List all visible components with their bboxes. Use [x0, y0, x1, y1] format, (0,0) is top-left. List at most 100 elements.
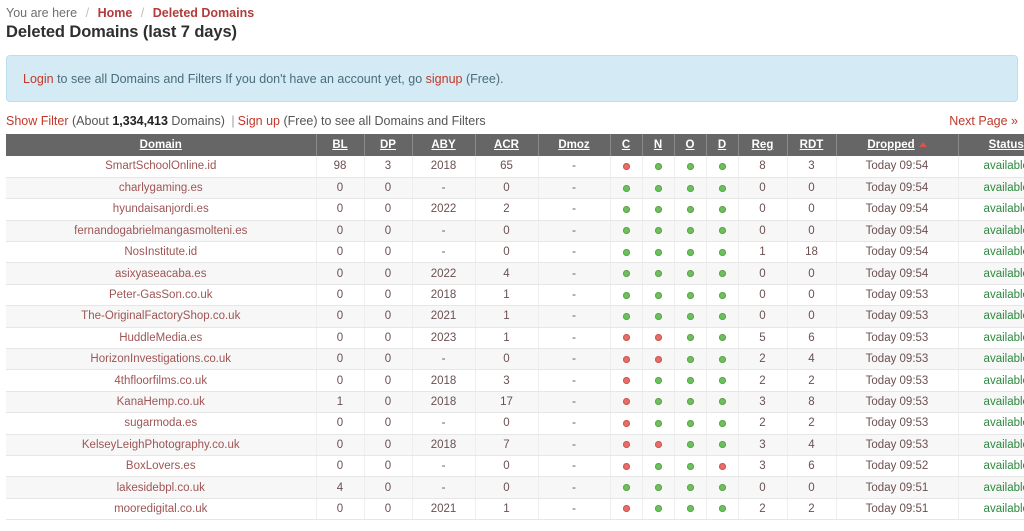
show-filter-link[interactable]: Show Filter: [6, 114, 69, 128]
table-row[interactable]: KanaHemp.co.uk 1 0 2018 17- 3 8 Today 09:53 avai…: [6, 391, 1024, 414]
domain-link[interactable]: SmartSchoolOnline.id: [105, 160, 216, 172]
domain-link[interactable]: lakesidebpl.co.uk: [117, 482, 205, 494]
column-header-label-rdt[interactable]: RDT: [800, 139, 824, 151]
domain-link[interactable]: KanaHemp.co.uk: [117, 396, 205, 408]
table-row[interactable]: sugarmoda.es00-0-22Today 09:53available: [6, 412, 1024, 435]
cell-dp: 0: [364, 241, 413, 264]
table-row[interactable]: hyundaisanjordi.es 0 0 2022 2-0 0 Today 09:54 a…: [6, 198, 1024, 221]
cell-acr: 2: [475, 198, 539, 221]
column-header-aby[interactable]: ABY: [411, 134, 476, 156]
table-row[interactable]: charlygaming.es 0 0-0-0 0 Today 09:54 availab…: [6, 177, 1024, 200]
cell-status: available: [958, 434, 1024, 456]
column-header-label-bl[interactable]: BL: [332, 139, 347, 151]
cell-domain: HorizonInvestigations.co.uk: [6, 348, 317, 371]
domain-link[interactable]: KelseyLeighPhotography.co.uk: [82, 439, 240, 451]
column-header-n[interactable]: N: [641, 134, 675, 156]
cell-aby: 2021: [412, 498, 476, 521]
column-header-bl[interactable]: BL: [315, 134, 365, 156]
cell-aby: 2018: [412, 284, 476, 307]
table-row[interactable]: NosInstitute.id 0 0-0-1 18 Today 09:54 availa…: [6, 241, 1024, 264]
cell-dropped: Today 09:53: [836, 284, 959, 307]
status-ok-icon: [686, 184, 694, 192]
cell-c-indicator: [610, 348, 643, 371]
domain-link[interactable]: hyundaisanjordi.es: [113, 203, 209, 215]
table-body: SmartSchoolOnline.id 98 3 2018 65-8 3 Today 09…: [6, 156, 1024, 521]
domain-link[interactable]: BoxLovers.es: [126, 460, 196, 472]
cell-dmoz: -: [538, 412, 611, 435]
table-row[interactable]: fernandogabrielmangasmolteni.es 0 0-0-0 0 To…: [6, 220, 1024, 243]
cell-dropped: Today 09:53: [836, 305, 959, 328]
column-header-label-dmoz[interactable]: Dmoz: [558, 139, 589, 151]
domain-link[interactable]: asixyaseacaba.es: [115, 268, 206, 280]
column-header-label-o[interactable]: O: [686, 139, 695, 151]
signup-link[interactable]: Sign up: [238, 114, 280, 128]
domain-link[interactable]: NosInstitute.id: [124, 246, 197, 258]
domain-link[interactable]: Peter-GasSon.co.uk: [109, 289, 213, 301]
cell-status: available: [958, 455, 1024, 478]
cell-o-indicator: [674, 498, 707, 521]
column-header-label-reg[interactable]: Reg: [752, 139, 774, 151]
domain-link[interactable]: mooredigital.co.uk: [114, 503, 207, 515]
domain-link[interactable]: 4thfloorfilms.co.uk: [114, 375, 207, 387]
domain-link[interactable]: HuddleMedia.es: [119, 332, 202, 344]
table-row[interactable]: lakesidebpl.co.uk 4 0-0-0 0 Today 09:51 avail…: [6, 476, 1024, 499]
table-row[interactable]: mooredigital.co.uk 0 0 2021 1-2 2 Today 09:51 a…: [6, 498, 1024, 521]
column-header-label-d[interactable]: D: [718, 139, 726, 151]
cell-domain: mooredigital.co.uk: [6, 498, 317, 521]
domain-link[interactable]: fernandogabrielmangasmolteni.es: [74, 225, 247, 237]
column-header-d[interactable]: D: [705, 134, 739, 156]
cell-aby: -: [412, 220, 476, 243]
table-row[interactable]: BoxLovers.es00-0-36Today 09:52available: [6, 455, 1024, 478]
table-row[interactable]: asixyaseacaba.es 0 0 2022 4-0 0 Today 09:54 ava…: [6, 262, 1024, 285]
table-row[interactable]: HorizonInvestigations.co.uk 0 0-0-2 4 Today …: [6, 348, 1024, 371]
table-row[interactable]: Peter-GasSon.co.uk 0 0 2018 1-0 0 Today 09:53 a…: [6, 284, 1024, 307]
status-badge: available: [983, 417, 1024, 430]
column-header-label-domain[interactable]: Domain: [140, 139, 182, 151]
table-row[interactable]: The-OriginalFactoryShop.co.uk 0 0 2021 1-0 0 T…: [6, 305, 1024, 328]
table-row[interactable]: SmartSchoolOnline.id 98 3 2018 65-8 3 Today 09…: [6, 156, 1024, 178]
column-header-label-n[interactable]: N: [654, 139, 662, 151]
alert-login-link[interactable]: Login: [23, 72, 54, 86]
cell-dp: 0: [364, 434, 413, 456]
column-header-label-dropped[interactable]: Dropped: [867, 139, 914, 151]
next-page-link[interactable]: Next Page »: [949, 114, 1018, 128]
breadcrumb-link-home[interactable]: Home: [98, 6, 133, 20]
status-alert-icon: [622, 334, 630, 342]
column-header-label-aby[interactable]: ABY: [431, 139, 455, 151]
domain-link[interactable]: sugarmoda.es: [124, 417, 197, 429]
column-header-label-status[interactable]: Status: [989, 139, 1024, 151]
column-header-domain[interactable]: Domain: [6, 134, 317, 156]
cell-o-indicator: [674, 476, 707, 499]
cell-aby: 2018: [412, 391, 476, 414]
domain-link[interactable]: HorizonInvestigations.co.uk: [90, 353, 231, 365]
table-row[interactable]: 4thfloorfilms.co.uk 0 0 2018 3-2 2 Today 09:53…: [6, 369, 1024, 392]
status-ok-icon: [686, 355, 694, 363]
column-header-c[interactable]: C: [609, 134, 643, 156]
column-header-label-acr[interactable]: ACR: [494, 139, 519, 151]
column-header-o[interactable]: O: [673, 134, 707, 156]
column-header-dp[interactable]: DP: [363, 134, 413, 156]
cell-c-indicator: [610, 220, 643, 243]
cell-domain: BoxLovers.es: [6, 455, 317, 478]
status-badge: available: [983, 502, 1024, 515]
cell-c-indicator: [610, 412, 643, 435]
domain-link[interactable]: charlygaming.es: [119, 182, 203, 194]
table-row[interactable]: KelseyLeighPhotography.co.uk 0 0 2018 7-3 4 To…: [6, 434, 1024, 456]
column-header-rdt[interactable]: RDT: [786, 134, 837, 156]
column-header-dropped[interactable]: Dropped: [835, 134, 959, 156]
status-badge: available: [983, 481, 1024, 494]
column-header-dmoz[interactable]: Dmoz: [537, 134, 611, 156]
column-header-acr[interactable]: ACR: [474, 134, 539, 156]
domain-link[interactable]: The-OriginalFactoryShop.co.uk: [81, 310, 240, 322]
status-ok-icon: [654, 312, 662, 320]
status-alert-icon: [654, 334, 662, 342]
table-row[interactable]: HuddleMedia.es 0 0 2023 1-5 6 Today 09:53 avail…: [6, 327, 1024, 350]
alert-signup-link[interactable]: signup: [426, 72, 463, 86]
breadcrumb-separator-2: /: [140, 6, 145, 20]
column-header-reg[interactable]: Reg: [737, 134, 788, 156]
status-ok-icon: [718, 505, 726, 513]
cell-n-indicator: [642, 284, 675, 307]
column-header-label-c[interactable]: C: [622, 139, 630, 151]
column-header-status[interactable]: Status: [957, 134, 1024, 156]
column-header-label-dp[interactable]: DP: [380, 139, 396, 151]
